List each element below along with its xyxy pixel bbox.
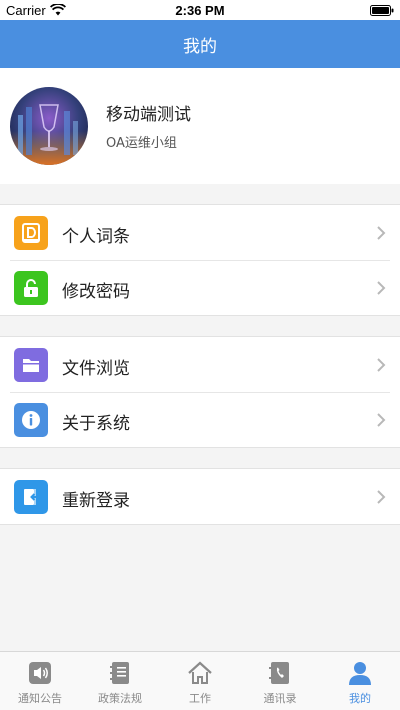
- chevron-right-icon: [377, 413, 386, 427]
- menu-item-label: 文件浏览: [62, 359, 130, 379]
- tab-work[interactable]: 工作: [160, 652, 240, 710]
- tab-label: 通讯录: [263, 692, 297, 705]
- menu-item-label: 个人词条: [62, 227, 130, 247]
- menu-group-account: 个人词条 修改密码: [0, 204, 400, 316]
- profile-name: 移动端测试: [106, 105, 191, 125]
- menu-item-change-password[interactable]: 修改密码: [0, 260, 400, 315]
- nav-bar: 我的: [0, 20, 400, 68]
- person-icon: [349, 662, 371, 685]
- speaker-icon: [29, 662, 51, 684]
- status-time: 2:36 PM: [175, 3, 225, 18]
- phone-book-icon: [269, 662, 289, 684]
- menu-group-system: 文件浏览 关于系统: [0, 336, 400, 448]
- battery-icon: [370, 5, 394, 16]
- status-bar: Carrier 2:36 PM: [0, 0, 400, 20]
- tab-mine[interactable]: 我的: [320, 652, 400, 710]
- folder-icon: [14, 348, 48, 382]
- page-title: 我的: [183, 36, 217, 57]
- tab-contacts[interactable]: 通讯录: [240, 652, 320, 710]
- menu-item-label: 修改密码: [62, 282, 130, 302]
- menu-item-label: 关于系统: [62, 414, 130, 434]
- profile-card[interactable]: 移动端测试 OA运维小组: [0, 68, 400, 184]
- dictionary-icon: [14, 216, 48, 250]
- info-icon: [14, 403, 48, 437]
- tab-label: 我的: [349, 692, 371, 705]
- tab-label: 工作: [189, 692, 211, 705]
- tab-label: 通知公告: [18, 692, 62, 705]
- menu-item-about-system[interactable]: 关于系统: [0, 392, 400, 447]
- tab-notices[interactable]: 通知公告: [0, 652, 80, 710]
- logout-icon: [14, 480, 48, 514]
- menu-item-label: 重新登录: [62, 491, 130, 511]
- menu-group-session: 重新登录: [0, 468, 400, 525]
- notebook-icon: [110, 662, 129, 684]
- tab-label: 政策法规: [98, 692, 142, 705]
- avatar[interactable]: [10, 87, 88, 165]
- menu-item-relogin[interactable]: 重新登录: [0, 469, 400, 524]
- menu-item-personal-entries[interactable]: 个人词条: [0, 205, 400, 260]
- chevron-right-icon: [377, 358, 386, 372]
- chevron-right-icon: [377, 490, 386, 504]
- lock-icon: [14, 271, 48, 305]
- home-icon: [188, 661, 212, 684]
- tab-policies[interactable]: 政策法规: [80, 652, 160, 710]
- profile-group: OA运维小组: [106, 136, 177, 151]
- tab-bar: 通知公告 政策法规 工作 通讯录 我的: [0, 651, 400, 710]
- chevron-right-icon: [377, 226, 386, 240]
- screen: Carrier 2:36 PM 我的 移动端测试 OA运维小组 个人词条 修改密…: [0, 0, 400, 710]
- menu-item-file-browser[interactable]: 文件浏览: [0, 337, 400, 392]
- chevron-right-icon: [377, 281, 386, 295]
